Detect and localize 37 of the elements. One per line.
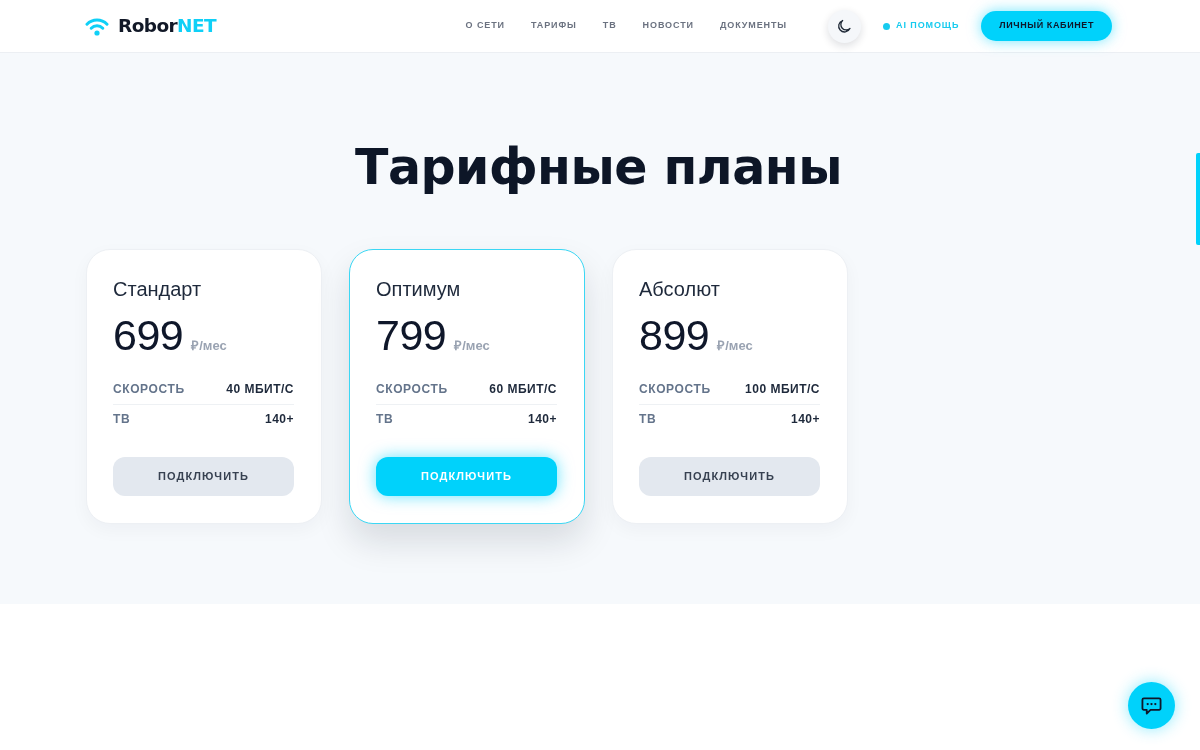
feature-label: ТВ	[639, 411, 657, 429]
feature-label: СКОРОСТЬ	[113, 380, 185, 398]
plan-price: 899	[639, 309, 710, 360]
wifi-icon	[85, 16, 109, 36]
chat-bubble-icon	[1141, 695, 1162, 716]
plan-price: 799	[376, 309, 447, 360]
price-unit: ₽/мес	[717, 336, 753, 355]
feature-value: 140+	[790, 411, 820, 429]
connect-button[interactable]: ПОДКЛЮЧИТЬ	[639, 456, 820, 496]
theme-toggle-button[interactable]	[828, 9, 862, 43]
connect-button[interactable]: ПОДКЛЮЧИТЬ	[113, 456, 294, 496]
feature-value: 100 МБИТ/С	[745, 380, 820, 398]
feature-label: СКОРОСТЬ	[376, 380, 448, 398]
plan-price: 699	[113, 309, 184, 360]
feature-label: ТВ	[113, 411, 131, 429]
plan-name: Абсолют	[639, 276, 721, 301]
account-button[interactable]: ЛИЧНЫЙ КАБИНЕТ	[981, 11, 1112, 41]
nav-link[interactable]: ТАРИФЫ	[531, 19, 577, 33]
feature-value: 140+	[264, 411, 294, 429]
feature-value: 40 МБИТ/С	[226, 380, 294, 398]
price-unit: ₽/мес	[454, 336, 490, 355]
nav-link[interactable]: ДОКУМЕНТЫ	[719, 19, 788, 33]
price-unit: ₽/мес	[191, 336, 227, 355]
chat-button[interactable]	[1128, 682, 1175, 729]
nav-link[interactable]: ТВ	[602, 19, 617, 33]
feature-value: 60 МБИТ/С	[489, 380, 557, 398]
feature-value: 140+	[527, 411, 557, 429]
feature-label: ТВ	[376, 411, 394, 429]
feature-label: СКОРОСТЬ	[639, 380, 711, 398]
plan-name: Стандарт	[113, 276, 203, 301]
nav-link[interactable]: О СЕТИ	[465, 19, 505, 33]
logo-wordmark[interactable]: RoborNET	[118, 16, 216, 36]
plan-name: Оптимум	[376, 276, 462, 301]
dot-icon	[883, 22, 891, 30]
section-title: Тарифные планы	[354, 139, 843, 198]
moon-icon	[837, 18, 853, 34]
nav-link[interactable]: НОВОСТИ	[642, 19, 694, 33]
